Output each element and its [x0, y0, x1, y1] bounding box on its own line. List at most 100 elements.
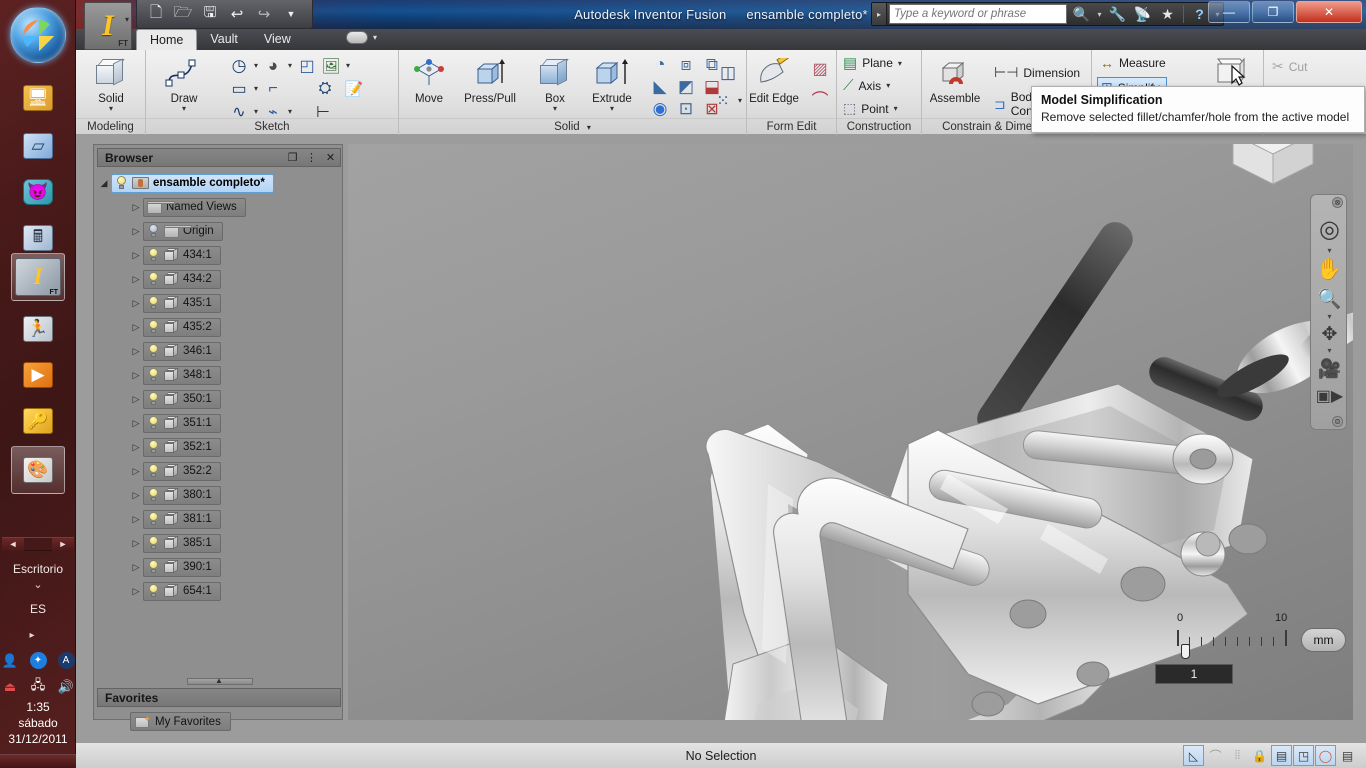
extrude-button[interactable]: Extrude ▾ [581, 53, 643, 113]
box-button[interactable]: Box ▾ [527, 53, 583, 113]
tree-item[interactable]: ▷ 352:2 [97, 459, 341, 483]
tab-home[interactable]: Home [136, 29, 198, 50]
tree-item[interactable]: ▷ 352:1 [97, 435, 341, 459]
move-button[interactable]: Move [401, 53, 457, 105]
close-button[interactable]: ✕ [1296, 1, 1362, 23]
customize-qat-caret-icon[interactable]: ▼ [278, 2, 304, 26]
communication-center-icon[interactable]: 📡 [1130, 3, 1155, 25]
tray-chevron-icon[interactable]: ⌄ [0, 578, 76, 591]
visibility-bulb-icon[interactable] [147, 512, 160, 526]
steering-wheel-icon[interactable]: ◎ [1311, 211, 1348, 247]
antivirus-icon[interactable]: A [57, 652, 75, 669]
tray-clock-day[interactable]: sábado [0, 716, 76, 730]
rectangle-tool-icon[interactable]: ▭ [228, 78, 250, 99]
arc-tool-caret-icon[interactable]: ▾ [286, 61, 294, 70]
plane-caret-icon[interactable]: ▾ [898, 59, 902, 68]
tree-item-chip[interactable]: 350:1 [143, 389, 221, 409]
hole-icon[interactable]: ◉ [649, 98, 671, 119]
taskbar-show-desktop[interactable] [0, 754, 76, 768]
visibility-bulb-icon[interactable] [147, 536, 160, 550]
tree-item-chip[interactable]: 390:1 [143, 557, 221, 577]
open-document-button[interactable]: 🗁 [170, 2, 196, 26]
tree-item[interactable]: ▷ 348:1 [97, 363, 341, 387]
tree-item-chip[interactable]: 381:1 [143, 509, 221, 529]
cut-item[interactable]: ✂ Cut [1272, 58, 1307, 75]
tree-item-chip[interactable]: Origin [143, 221, 223, 241]
spline-tool-caret-icon[interactable]: ▾ [252, 107, 260, 116]
start-orb-button[interactable] [10, 7, 66, 63]
show-motion-icon[interactable]: ▣▶ [1311, 383, 1348, 409]
tree-item-chip[interactable]: 351:1 [143, 413, 221, 433]
box-caret-icon[interactable]: ▾ [527, 105, 583, 113]
taskbar-item-keys-security[interactable]: 🔑 [11, 397, 65, 445]
tree-item[interactable]: ▷ 381:1 [97, 507, 341, 531]
tree-expand-arrow-icon[interactable]: ▷ [129, 322, 143, 333]
construction-visibility-toggle[interactable]: ⦙⦙ [1227, 745, 1248, 766]
orbit-caret-icon[interactable]: ▾ [1311, 347, 1348, 355]
bridge-icon[interactable]: ⌒ [809, 88, 831, 110]
ground-plane-toggle[interactable]: ◳ [1293, 745, 1314, 766]
search-dropdown-caret-icon[interactable]: ▾ [1094, 10, 1105, 19]
draft-icon[interactable]: ◩ [675, 76, 697, 97]
app-button-caret-icon[interactable]: ▾ [125, 15, 129, 24]
steering-wheel-caret-icon[interactable]: ▾ [1311, 247, 1348, 255]
axis-item[interactable]: ⟋ Axis ▾ [843, 77, 890, 94]
taskbar-item-inventor-fusion[interactable]: I FT [11, 253, 65, 301]
scale-unit-button[interactable]: mm [1301, 628, 1346, 652]
tree-item[interactable]: ▷ 435:2 [97, 315, 341, 339]
navbar-close-icon[interactable]: ⊗ [1332, 197, 1343, 208]
taskbar-scroll-left[interactable]: ◄ [2, 537, 24, 551]
visibility-bulb-icon[interactable] [147, 584, 160, 598]
pan-hand-icon[interactable]: ✋ [1311, 255, 1348, 285]
window-layout-toggle[interactable]: ▤ [1337, 745, 1358, 766]
taskbar-item-media-player[interactable]: ▶ [11, 351, 65, 399]
tree-item-chip[interactable]: ensamble completo* [111, 173, 274, 193]
tree-item-chip[interactable]: 435:2 [143, 317, 221, 337]
tree-item[interactable]: ▷ 434:2 [97, 267, 341, 291]
visibility-bulb-icon[interactable] [147, 248, 160, 262]
measure-item[interactable]: ↔ Measure [1100, 55, 1166, 71]
visibility-bulb-icon[interactable] [147, 344, 160, 358]
tree-item[interactable]: ▷ 434:1 [97, 243, 341, 267]
arc-tool-icon[interactable]: ◕ [262, 55, 284, 76]
browser-undock-icon[interactable]: ❐ [283, 149, 302, 166]
tree-expand-arrow-icon[interactable]: ▷ [129, 586, 143, 597]
bluetooth-icon[interactable]: ✦ [29, 652, 47, 669]
tree-expand-arrow-icon[interactable]: ▷ [129, 346, 143, 357]
visibility-bulb-icon[interactable] [147, 560, 160, 574]
surface-visibility-toggle[interactable]: ⌒ [1205, 745, 1226, 766]
visibility-bulb-icon[interactable] [147, 368, 160, 382]
network-icon[interactable]: 🖧 [30, 677, 47, 695]
search-icon[interactable]: 🔍 [1069, 3, 1094, 25]
visibility-bulb-icon[interactable] [147, 488, 160, 502]
plane-item[interactable]: ▤ Plane ▾ [843, 54, 902, 72]
tree-item[interactable]: ▷ 435:1 [97, 291, 341, 315]
new-document-button[interactable]: 🗋 [143, 2, 169, 26]
edit-edge-button[interactable]: Edit Edge [743, 53, 805, 105]
construction-line-caret-icon[interactable]: ▾ [286, 107, 294, 116]
visibility-bulb-icon[interactable] [147, 416, 160, 430]
tray-expand-arrow-icon[interactable]: ▸ [0, 630, 76, 641]
mirror-icon[interactable]: ◫ [717, 62, 739, 83]
image-tool-caret-icon[interactable]: ▾ [344, 61, 352, 70]
press-pull-button[interactable]: Press/Pull [455, 53, 525, 105]
tree-item[interactable]: ▷ 390:1 [97, 555, 341, 579]
infocenter-expand-arrow-icon[interactable]: ▸ [872, 3, 887, 25]
circle-tool-icon[interactable]: ◷ [228, 55, 250, 76]
zoom-icon[interactable]: 🔍 [1311, 285, 1348, 313]
tree-expand-arrow-icon[interactable]: ▷ [129, 466, 143, 477]
usb-eject-error-icon[interactable]: ⏏ [2, 678, 19, 695]
taskbar-item-emoticon-app[interactable]: 😈 [11, 168, 65, 216]
taskbar-item-scanner[interactable]: ▱ [11, 122, 65, 170]
taskbar-item-counter-strike[interactable]: 🏃 [11, 305, 65, 353]
splitter-caret-icon[interactable]: ▲ [215, 676, 223, 685]
visibility-bulb-icon[interactable] [147, 440, 160, 454]
tree-expand-arrow-icon[interactable]: ▷ [129, 298, 143, 309]
solid-button[interactable]: Solid ▾ [83, 53, 139, 113]
tree-item[interactable]: ▷ Origin [97, 219, 341, 243]
circle-tool-caret-icon[interactable]: ▾ [252, 61, 260, 70]
tree-item-chip[interactable]: 346:1 [143, 341, 221, 361]
minimize-button[interactable]: — [1208, 1, 1250, 23]
tree-expand-arrow-icon[interactable]: ◢ [97, 178, 111, 189]
tree-expand-arrow-icon[interactable]: ▷ [129, 562, 143, 573]
